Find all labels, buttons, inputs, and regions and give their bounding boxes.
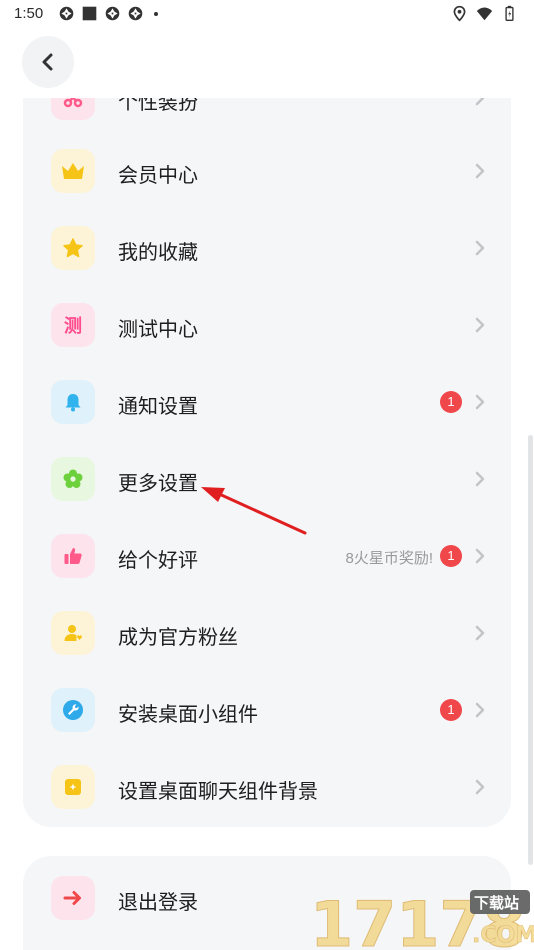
square-icon: [82, 6, 97, 21]
test-char-glyph: 测: [64, 316, 82, 337]
svg-text:下载站: 下载站: [474, 894, 519, 912]
logout-label: 退出登录: [118, 892, 198, 914]
chevron-right-icon: [475, 548, 485, 564]
menu-item-label: 我的收藏: [118, 242, 198, 264]
menu-item-label: 设置桌面聊天组件背景: [118, 781, 318, 803]
status-notification-icons: [58, 5, 158, 22]
menu-item-label: 测试中心: [118, 319, 198, 341]
annotation-arrow: [201, 487, 307, 535]
chevron-right-icon: [475, 394, 485, 410]
chevron-right-icon: [475, 317, 485, 333]
location-icon: [453, 5, 466, 22]
menu-item-install-widget[interactable]: 安装桌面小组件 1: [23, 672, 511, 749]
chevron-right-icon: [475, 240, 485, 256]
watermark-logo: 17178 下载站 .COM: [310, 888, 534, 950]
unread-badge: 1: [440, 545, 462, 567]
menu-item-label: 更多设置: [118, 473, 198, 495]
aperture-icon: [59, 6, 74, 21]
dot-icon: [154, 11, 158, 16]
status-system-icons: [451, 5, 518, 22]
wrench-icon: [51, 688, 95, 732]
menu-item-label: 会员中心: [118, 165, 198, 187]
chevron-right-icon: [475, 625, 485, 641]
unread-badge: 1: [440, 391, 462, 413]
widget-bg-icon: [51, 765, 95, 809]
fan-user-icon: [51, 611, 95, 655]
menu-item-label: 个性装扮: [118, 98, 198, 114]
thumbs-up-icon: [51, 534, 95, 578]
back-button[interactable]: [22, 36, 74, 88]
menu-item-personal-dressup[interactable]: 个性装扮: [23, 98, 511, 137]
status-time: 1:50: [14, 5, 44, 22]
menu-item-label: 通知设置: [118, 396, 198, 418]
battery-icon: [505, 5, 514, 21]
chevron-right-icon: [475, 98, 485, 106]
scrollbar[interactable]: [528, 435, 533, 865]
aperture-icon: [105, 6, 120, 21]
aperture-icon: [128, 6, 143, 21]
chevron-right-icon: [475, 471, 485, 487]
wifi-icon: [476, 7, 493, 21]
menu-item-label: 给个好评: [118, 550, 198, 572]
menu-item-test-center[interactable]: 测 测试中心: [23, 287, 511, 364]
arrow-right-icon: [51, 876, 95, 920]
status-bar: 1:50: [0, 0, 534, 28]
reward-hint: 8火星币奖励!: [345, 550, 433, 567]
chevron-right-icon: [475, 702, 485, 718]
menu-item-official-fan[interactable]: 成为官方粉丝: [23, 595, 511, 672]
crown-icon: [51, 149, 95, 193]
menu-item-label: 成为官方粉丝: [118, 627, 238, 649]
flower-icon: [51, 457, 95, 501]
menu-item-vip-center[interactable]: 会员中心: [23, 133, 511, 210]
chevron-right-icon: [475, 163, 485, 179]
unread-badge: 1: [440, 699, 462, 721]
menu-item-notification-settings[interactable]: 通知设置 1: [23, 364, 511, 441]
chevron-left-icon: [42, 53, 53, 71]
settings-menu-card: 个性装扮 会员中心 我的收藏 测 测试中心 通知设置 1 更多设置 给个好评 8…: [23, 98, 511, 827]
menu-item-favorites[interactable]: 我的收藏: [23, 210, 511, 287]
menu-item-label: 安装桌面小组件: [118, 704, 258, 726]
test-char-icon: 测: [51, 303, 95, 347]
scissors-icon: [51, 98, 95, 120]
bell-icon: [51, 380, 95, 424]
chevron-right-icon: [475, 779, 485, 795]
star-icon: [51, 226, 95, 270]
menu-item-widget-background[interactable]: 设置桌面聊天组件背景: [23, 749, 511, 826]
svg-text:.COM: .COM: [472, 923, 534, 948]
